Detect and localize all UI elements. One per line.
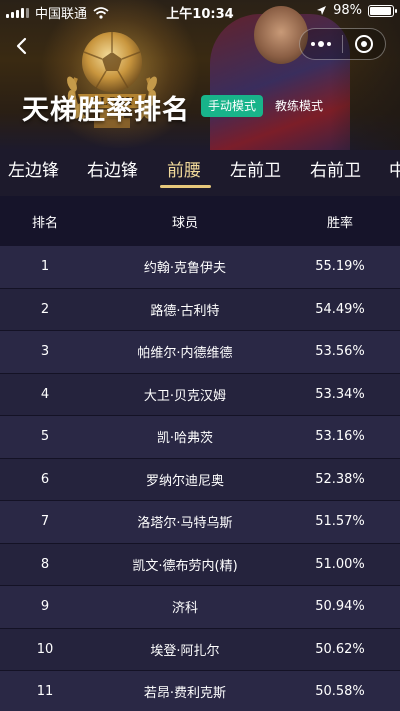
header-win-rate: 胜率	[326, 215, 353, 231]
rank-cell: 8	[40, 556, 50, 572]
table-row[interactable]: 4 大卫·贝克汉姆 53.34%	[0, 373, 400, 416]
win-rate-cell: 55.19%	[315, 259, 365, 275]
win-rate-cell: 52.38%	[315, 471, 365, 487]
miniprogram-capsule	[299, 28, 386, 60]
rank-cell: 9	[40, 599, 50, 615]
rank-cell: 2	[40, 301, 50, 317]
rank-cell: 1	[40, 259, 50, 275]
tab-left-midfielder[interactable]: 左前卫	[230, 159, 281, 187]
player-cell: 若昂·费利克斯	[143, 686, 227, 702]
win-rate-cell: 53.34%	[315, 386, 365, 402]
win-rate-cell: 50.58%	[315, 684, 365, 700]
ranking-table: 排名 球员 胜率 1 约翰·克鲁伊夫 55.19% 2 路德·古利特 54.49…	[0, 196, 400, 711]
rank-cell: 6	[40, 471, 50, 487]
tab-center[interactable]: 中	[389, 159, 400, 187]
win-rate-cell: 53.56%	[315, 344, 365, 360]
banner-shade	[330, 0, 400, 150]
tab-right-midfielder[interactable]: 右前卫	[310, 159, 361, 187]
table-header: 排名 球员 胜率	[0, 196, 400, 246]
win-rate-cell: 53.16%	[315, 429, 365, 445]
rank-cell: 7	[40, 514, 50, 530]
rank-cell: 4	[40, 386, 50, 402]
close-miniprogram-button[interactable]	[343, 35, 385, 53]
more-options-icon[interactable]	[300, 41, 342, 47]
win-rate-cell: 51.57%	[315, 514, 365, 530]
player-cell: 路德·古利特	[150, 303, 220, 319]
manual-mode-button[interactable]: 手动模式	[201, 95, 263, 117]
table-row[interactable]: 6 罗纳尔迪尼奥 52.38%	[0, 458, 400, 501]
header-player: 球员	[171, 215, 198, 231]
page-title: 天梯胜率排名	[22, 95, 190, 126]
rank-cell: 3	[40, 344, 50, 360]
tab-right-winger[interactable]: 右边锋	[87, 159, 138, 187]
win-rate-cell: 51.00%	[315, 556, 365, 572]
table-row[interactable]: 8 凯文·德布劳内(精) 51.00%	[0, 543, 400, 586]
player-cell: 凯文·德布劳内(精)	[132, 558, 238, 574]
coach-mode-button[interactable]: 教练模式	[268, 95, 330, 117]
battery-level	[370, 6, 391, 15]
battery-percent: 98%	[333, 3, 362, 18]
tab-left-winger[interactable]: 左边锋	[8, 159, 59, 187]
table-row[interactable]: 1 约翰·克鲁伊夫 55.19%	[0, 246, 400, 289]
header-rank: 排名	[31, 215, 58, 231]
player-cell: 帕维尔·内德维德	[137, 346, 233, 362]
player-cell: 约翰·克鲁伊夫	[143, 261, 227, 277]
rank-cell: 10	[36, 641, 54, 657]
table-row[interactable]: 9 济科 50.94%	[0, 586, 400, 629]
table-row[interactable]: 2 路德·古利特 54.49%	[0, 288, 400, 331]
back-chevron-icon[interactable]	[12, 36, 32, 56]
location-arrow-icon	[317, 6, 327, 15]
player-cell: 凯·哈弗茨	[156, 431, 214, 447]
player-cell: 洛塔尔·马特乌斯	[137, 516, 233, 532]
player-cell: 罗纳尔迪尼奥	[145, 473, 224, 489]
win-rate-cell: 54.49%	[315, 301, 365, 317]
table-row[interactable]: 3 帕维尔·内德维德 53.56%	[0, 331, 400, 374]
player-cell: 济科	[171, 601, 198, 617]
player-cell: 大卫·贝克汉姆	[143, 388, 227, 404]
header-banner: GLORY	[0, 0, 400, 150]
battery-icon	[368, 4, 397, 17]
rank-cell: 11	[36, 684, 54, 700]
table-row[interactable]: 11 若昂·费利克斯 50.58%	[0, 671, 400, 711]
win-rate-cell: 50.62%	[315, 641, 365, 657]
rank-cell: 5	[40, 429, 50, 445]
player-cell: 埃登·阿扎尔	[150, 643, 220, 659]
table-row[interactable]: 5 凯·哈弗茨 53.16%	[0, 416, 400, 459]
position-tabs: 左边锋 右边锋 前腰 左前卫 右前卫 中	[0, 150, 400, 196]
win-rate-cell: 50.94%	[315, 599, 365, 615]
target-close-icon	[355, 35, 373, 53]
table-row[interactable]: 7 洛塔尔·马特乌斯 51.57%	[0, 501, 400, 544]
tab-attacking-midfielder[interactable]: 前腰	[167, 159, 201, 187]
table-row[interactable]: 10 埃登·阿扎尔 50.62%	[0, 628, 400, 671]
active-tab-indicator	[160, 185, 211, 188]
status-bar: 中国联通 上午10:34 98%	[0, 0, 400, 22]
